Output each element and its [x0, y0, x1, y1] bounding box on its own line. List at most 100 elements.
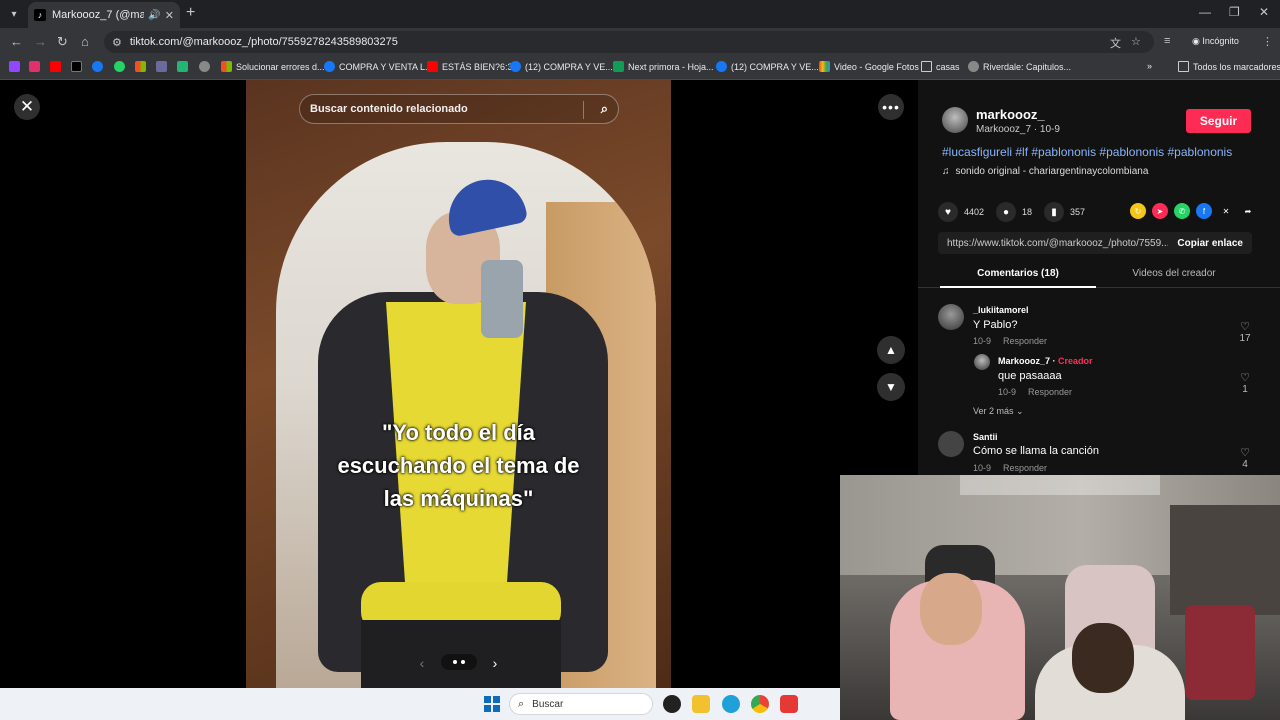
bookmark-item-5[interactable]: Next primora - Hoja...: [613, 61, 714, 72]
translate-icon[interactable]: 文: [1110, 35, 1121, 51]
forward-icon[interactable]: →: [34, 34, 47, 50]
whatsapp-icon[interactable]: [114, 61, 129, 72]
reply-button[interactable]: Responder: [1003, 463, 1047, 473]
search-divider: [583, 101, 584, 119]
heart-outline-icon: ♡: [1240, 372, 1250, 384]
bookmarks-overflow-icon[interactable]: »: [1147, 61, 1152, 71]
reply-button[interactable]: Responder: [1003, 336, 1047, 346]
chrome-icon[interactable]: [751, 695, 769, 713]
x-icon[interactable]: [71, 61, 86, 72]
x-share-icon[interactable]: ✕: [1218, 203, 1234, 219]
carousel-dot-1: [453, 660, 457, 664]
comment-like-button[interactable]: ♡ 17: [1238, 320, 1252, 344]
comment-avatar[interactable]: [938, 304, 964, 330]
globe-icon[interactable]: [199, 61, 214, 72]
close-viewer-button[interactable]: ✕: [14, 94, 40, 120]
author-name[interactable]: markoooz_: [976, 107, 1045, 122]
reload-icon[interactable]: ↻: [57, 34, 68, 50]
author-avatar[interactable]: [942, 107, 968, 133]
related-search-input[interactable]: Buscar contenido relacionado ⌕: [299, 94, 619, 124]
reply-username[interactable]: Markoooz_7 · Creador: [998, 356, 1093, 366]
browser-menu-icon[interactable]: ⋮: [1262, 35, 1273, 48]
repost-icon[interactable]: ↻: [1130, 203, 1146, 219]
obs-icon[interactable]: [663, 695, 681, 713]
back-icon[interactable]: ←: [10, 34, 23, 50]
bookmark-item-2[interactable]: COMPRA Y VENTA L...: [324, 61, 433, 72]
tab-search-icon[interactable]: ▾: [6, 6, 22, 22]
photo-caption: "Yo todo el día escuchando el tema de la…: [337, 420, 580, 511]
start-tile: [493, 696, 500, 703]
speaker-icon[interactable]: 🔊: [148, 10, 160, 21]
address-bar[interactable]: ⚙ tiktok.com/@markoooz_/photo/7559278243…: [104, 31, 1154, 53]
tab-creator-videos[interactable]: Videos del creador: [1098, 268, 1250, 279]
like-count: 4402: [964, 207, 985, 217]
comment-like-count: 17: [1239, 333, 1251, 344]
post-link[interactable]: https://www.tiktok.com/@markoooz_/photo/…: [947, 238, 1168, 249]
incognito-indicator[interactable]: ◉ Incógnito: [1192, 36, 1239, 47]
file-explorer-icon[interactable]: [692, 695, 710, 713]
comment-avatar[interactable]: [938, 431, 964, 457]
tab-close-icon[interactable]: ✕: [165, 9, 174, 22]
photo-cap: [441, 172, 529, 238]
reply-avatar[interactable]: [974, 354, 990, 370]
restore-icon[interactable]: ❐: [1229, 5, 1240, 19]
previous-post-button[interactable]: ▲: [877, 336, 905, 364]
media-controls-icon[interactable]: ≡: [1164, 35, 1170, 47]
tab-comments[interactable]: Comentarios (18): [940, 268, 1096, 279]
bookmark-item-9[interactable]: Riverdale: Capitulos...: [968, 61, 1071, 72]
carousel-next-icon[interactable]: ›: [484, 652, 506, 674]
reply-reply-button[interactable]: Responder: [1028, 387, 1072, 397]
reply-like-button[interactable]: ♡ 1: [1238, 371, 1252, 395]
like-button[interactable]: ♥ 4402: [938, 202, 984, 222]
bookmark-item-3[interactable]: ESTÁS BIEN?6:33: [427, 61, 518, 72]
webcam-overlay: [840, 475, 1280, 720]
microsoft-icon[interactable]: [135, 61, 150, 72]
send-icon[interactable]: ➤: [1152, 203, 1168, 219]
edge-icon[interactable]: [722, 695, 740, 713]
carousel-dots[interactable]: [441, 654, 477, 670]
bookmark-item-1[interactable]: Solucionar errores d...: [221, 61, 325, 72]
youtube-icon[interactable]: [50, 61, 65, 72]
bookmark-item-6[interactable]: (12) COMPRA Y VE...: [716, 61, 819, 72]
twitch-icon[interactable]: [9, 61, 24, 72]
grid-icon[interactable]: [156, 61, 171, 72]
search-icon[interactable]: ⌕: [601, 101, 608, 117]
all-bookmarks-folder[interactable]: Todos los marcadores: [1178, 61, 1280, 72]
bookmark-item-4[interactable]: (12) COMPRA Y VE...: [510, 61, 613, 72]
home-icon[interactable]: ⌂: [81, 34, 89, 50]
copy-link-button[interactable]: Copiar enlace: [1168, 238, 1252, 249]
comment-button[interactable]: ● 18: [996, 202, 1032, 222]
new-tab-icon[interactable]: +: [186, 5, 195, 21]
taskbar-search-label: Buscar: [532, 698, 564, 710]
next-post-button[interactable]: ▼: [877, 373, 905, 401]
post-sound[interactable]: ♫ sonido original - chariargentinaycolomb…: [942, 166, 1148, 177]
site-info-icon[interactable]: ⚙: [112, 36, 122, 49]
taskbar-search[interactable]: ⌕ Buscar: [509, 693, 653, 715]
app-red-icon[interactable]: [780, 695, 798, 713]
save-button[interactable]: ▮ 357: [1044, 202, 1085, 222]
comment-username[interactable]: _lukiitamorel: [973, 305, 1029, 315]
facebook-icon[interactable]: [92, 61, 107, 72]
tab-tiktok[interactable]: ♪ Markoooz_7 (@markoooz_ 🔊 ✕: [28, 2, 180, 28]
post-hashtags[interactable]: #lucasfigureli #lf #pablononis #pablonon…: [942, 145, 1232, 159]
window-close-icon[interactable]: ✕: [1259, 5, 1269, 19]
facebook-share-icon[interactable]: f: [1196, 203, 1212, 219]
see-more-replies-button[interactable]: Ver 2 más ⌄: [973, 406, 1024, 417]
start-tile: [484, 705, 491, 712]
comment-like-button[interactable]: ♡ 4: [1238, 446, 1252, 470]
instagram-icon[interactable]: [29, 61, 44, 72]
minimize-icon[interactable]: —: [1199, 5, 1211, 19]
follow-button[interactable]: Seguir: [1186, 109, 1251, 133]
post-photo[interactable]: Buscar contenido relacionado ⌕ "Yo todo …: [246, 80, 671, 688]
start-button[interactable]: [484, 696, 500, 712]
whatsapp-share-icon[interactable]: ✆: [1174, 203, 1190, 219]
bookmark-folder-casas[interactable]: casas: [921, 61, 960, 72]
comment-username[interactable]: Santii: [973, 432, 998, 442]
share-arrow-icon[interactable]: ➦: [1240, 203, 1256, 219]
more-options-button[interactable]: •••: [878, 94, 904, 120]
bookmark-item-7[interactable]: Video - Google Fotos: [819, 61, 919, 72]
heart-outline-icon: ♡: [1240, 321, 1250, 333]
app-icon[interactable]: [177, 61, 192, 72]
carousel-prev-icon[interactable]: ‹: [411, 652, 433, 674]
bookmark-star-icon[interactable]: ☆: [1131, 35, 1141, 48]
